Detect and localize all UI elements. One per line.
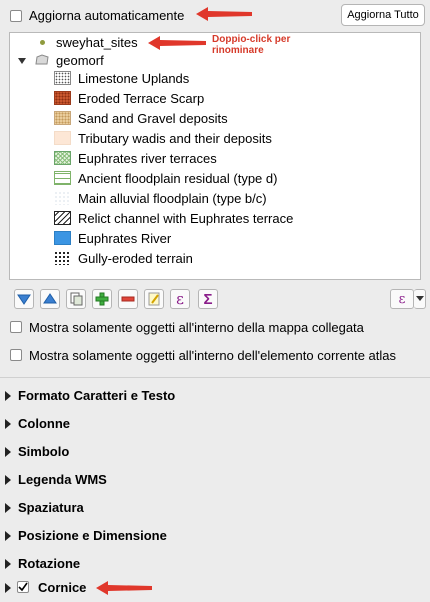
legend-item[interactable]: Euphrates River bbox=[78, 231, 171, 246]
legend-item[interactable]: Sand and Gravel deposits bbox=[78, 111, 228, 126]
faint-dots-symbol-icon bbox=[54, 191, 71, 205]
section-title: Legenda WMS bbox=[18, 472, 107, 487]
annotation-arrow-icon bbox=[196, 7, 252, 21]
blue-fill-symbol-icon bbox=[54, 231, 71, 245]
section-symbol[interactable]: Simbolo bbox=[0, 438, 430, 466]
polygon-layer-icon bbox=[35, 54, 49, 65]
filter-by-map-label: Mostra solamente oggetti all'interno del… bbox=[29, 320, 364, 335]
orange-brown-symbol-icon bbox=[54, 91, 71, 105]
remove-item-icon[interactable] bbox=[118, 289, 138, 309]
section-title: Simbolo bbox=[18, 444, 70, 459]
layer-sweyhat-sites[interactable]: sweyhat_sites bbox=[56, 35, 138, 50]
filter-by-atlas-checkbox[interactable] bbox=[10, 349, 22, 361]
layer-group-geomorf[interactable]: geomorf bbox=[56, 53, 104, 68]
section-frame[interactable]: Cornice bbox=[0, 574, 430, 602]
annotation-arrow-icon bbox=[148, 36, 206, 50]
filter-by-map-checkbox[interactable] bbox=[10, 321, 22, 333]
section-text-format[interactable]: Formato Caratteri e Testo bbox=[0, 382, 430, 410]
legend-item[interactable]: Main alluvial floodplain (type b/c) bbox=[78, 191, 267, 206]
expression-icon: ε bbox=[398, 291, 406, 307]
section-title: Spaziatura bbox=[18, 500, 84, 515]
move-down-icon[interactable] bbox=[14, 289, 34, 309]
legend-item[interactable]: Eroded Terrace Scarp bbox=[78, 91, 204, 106]
section-title: Formato Caratteri e Testo bbox=[18, 388, 176, 403]
diagonal-hatch-symbol-icon bbox=[54, 211, 71, 225]
expand-arrow-icon bbox=[5, 447, 11, 457]
legend-item[interactable]: Gully-eroded terrain bbox=[78, 251, 193, 266]
point-layer-icon bbox=[40, 40, 45, 45]
filter-by-atlas-label: Mostra solamente oggetti all'interno del… bbox=[29, 348, 396, 363]
chevron-down-icon[interactable] bbox=[414, 289, 426, 309]
move-up-icon[interactable] bbox=[40, 289, 60, 309]
dotted-grid-symbol-icon bbox=[54, 71, 71, 85]
section-title: Rotazione bbox=[18, 556, 81, 571]
auto-update-label: Aggiorna automaticamente bbox=[29, 8, 185, 23]
legend-item[interactable]: Relict channel with Euphrates terrace bbox=[78, 211, 293, 226]
divider bbox=[0, 377, 430, 378]
legend-tree[interactable]: sweyhat_sites geomorf Limestone Uplands … bbox=[9, 32, 421, 280]
expand-arrow-icon bbox=[5, 391, 11, 401]
section-title: Cornice bbox=[38, 580, 87, 595]
sum-icon[interactable]: Σ bbox=[198, 289, 218, 309]
light-peach-symbol-icon bbox=[54, 131, 71, 145]
frame-checkbox[interactable] bbox=[17, 581, 29, 593]
legend-item[interactable]: Limestone Uplands bbox=[78, 71, 189, 86]
update-all-button[interactable]: Aggiorna Tutto bbox=[341, 4, 425, 26]
section-wms-legend[interactable]: Legenda WMS bbox=[0, 466, 430, 494]
section-spacing[interactable]: Spaziatura bbox=[0, 494, 430, 522]
expand-arrow-icon bbox=[5, 419, 11, 429]
auto-update-checkbox[interactable] bbox=[10, 10, 22, 22]
edit-icon[interactable] bbox=[144, 289, 164, 309]
expand-arrow-icon[interactable] bbox=[18, 58, 26, 64]
expression-dropdown-button[interactable]: ε bbox=[390, 289, 414, 309]
tan-dots-symbol-icon bbox=[54, 111, 71, 125]
green-crosshatch-symbol-icon bbox=[54, 151, 71, 165]
section-title: Colonne bbox=[18, 416, 70, 431]
expression-icon[interactable]: ε bbox=[170, 289, 190, 309]
annotation-line: Doppio-click per bbox=[212, 34, 291, 45]
add-item-icon[interactable] bbox=[92, 289, 112, 309]
section-position-size[interactable]: Posizione e Dimensione bbox=[0, 522, 430, 550]
green-lines-symbol-icon bbox=[54, 171, 71, 185]
rename-annotation: Doppio-click per rinominare bbox=[212, 34, 290, 56]
annotation-arrow-icon bbox=[96, 581, 152, 595]
section-title: Posizione e Dimensione bbox=[18, 528, 167, 543]
expand-arrow-icon bbox=[5, 559, 11, 569]
legend-item[interactable]: Ancient floodplain residual (type d) bbox=[78, 171, 277, 186]
legend-item[interactable]: Euphrates river terraces bbox=[78, 151, 217, 166]
annotation-line: rinominare bbox=[212, 45, 264, 56]
legend-item[interactable]: Tributary wadis and their deposits bbox=[78, 131, 272, 146]
expand-arrow-icon bbox=[5, 531, 11, 541]
add-group-icon[interactable] bbox=[66, 289, 86, 309]
expand-arrow-icon bbox=[5, 583, 11, 593]
expand-arrow-icon bbox=[5, 503, 11, 513]
expand-arrow-icon bbox=[5, 475, 11, 485]
black-dots-symbol-icon bbox=[54, 251, 71, 265]
section-columns[interactable]: Colonne bbox=[0, 410, 430, 438]
